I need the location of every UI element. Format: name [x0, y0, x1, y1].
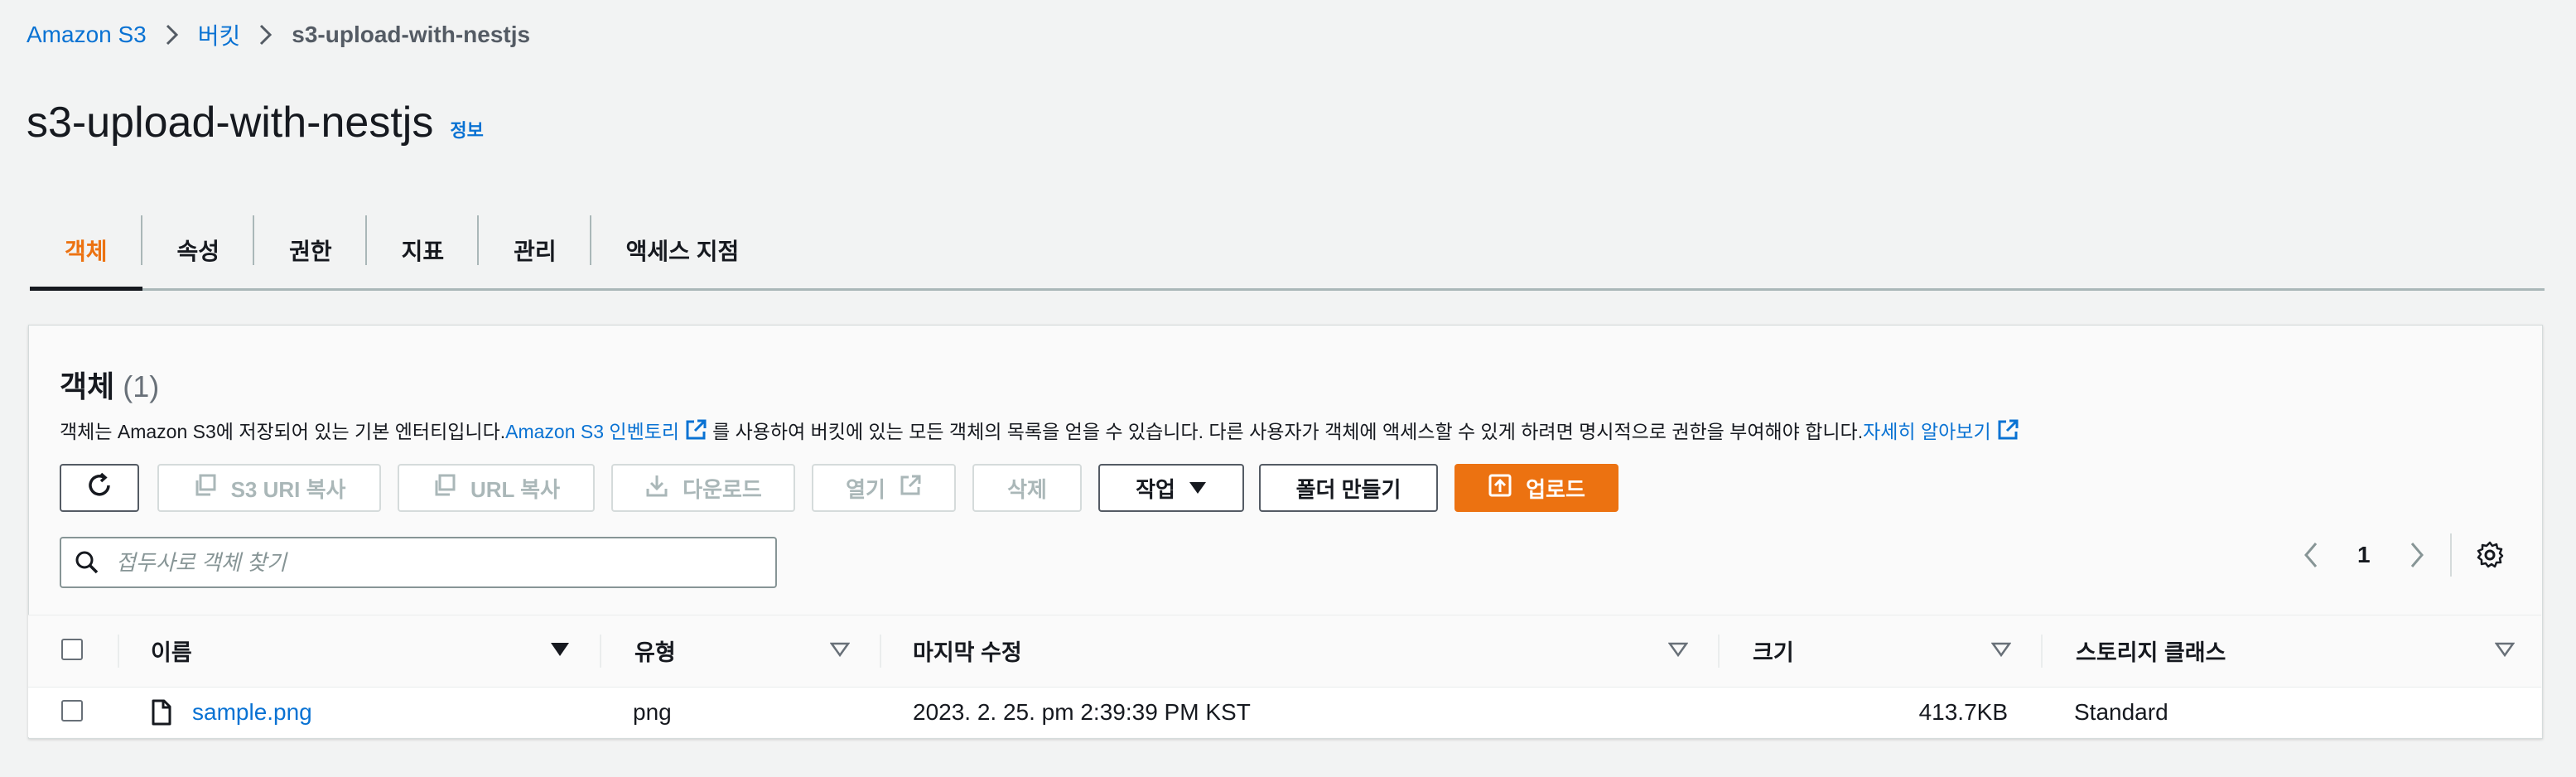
sort-icon[interactable] [1667, 641, 1689, 662]
column-header-type[interactable]: 유형 [634, 615, 676, 686]
row-checkbox[interactable] [61, 700, 83, 722]
page-title: s3-upload-with-nestjs 정보 [27, 98, 484, 147]
actions-dropdown[interactable]: 작업 [1098, 464, 1244, 512]
current-page[interactable]: 1 [2357, 542, 2371, 568]
search-input[interactable] [114, 548, 747, 577]
tab-management[interactable]: 관리 [479, 212, 591, 288]
bucket-name-heading: s3-upload-with-nestjs [27, 99, 434, 147]
pager-divider [2450, 533, 2452, 577]
column-header-last-modified[interactable]: 마지막 수정 [913, 615, 1022, 686]
cell-size: 413.7KB [1918, 699, 2008, 725]
objects-description: 객체는 Amazon S3에 저장되어 있는 기본 엔터티입니다. Amazon… [60, 416, 2024, 444]
info-link[interactable]: 정보 [450, 116, 483, 142]
external-link-icon [1996, 418, 2019, 442]
column-header-storage-class[interactable]: 스토리지 클래스 [2076, 615, 2226, 686]
learn-more-link[interactable]: 자세히 알아보기 [1863, 416, 1991, 444]
column-header-name[interactable]: 이름 [151, 615, 192, 686]
settings-icon[interactable] [2475, 540, 2505, 574]
tab-properties[interactable]: 속성 [142, 212, 255, 288]
breadcrumb-amazon-s3[interactable]: Amazon S3 [27, 22, 147, 48]
column-divider [118, 635, 119, 668]
upload-icon [1488, 473, 1512, 504]
external-link-icon [684, 418, 707, 442]
pagination: 1 [2303, 533, 2425, 577]
copy-icon [432, 473, 457, 504]
sort-icon[interactable] [2494, 641, 2516, 662]
chevron-right-icon [165, 23, 180, 46]
chevron-right-icon[interactable] [2409, 541, 2425, 569]
object-search-field[interactable] [60, 537, 777, 588]
column-divider [880, 635, 881, 668]
column-divider [600, 635, 601, 668]
file-icon [151, 688, 172, 737]
upload-button[interactable]: 업로드 [1454, 464, 1618, 512]
refresh-icon [85, 471, 113, 505]
delete-button[interactable]: 삭제 [972, 464, 1082, 512]
objects-panel-title: 객체 (1) [60, 369, 160, 403]
copy-s3-uri-button[interactable]: S3 URI 복사 [157, 464, 381, 512]
sort-icon[interactable] [829, 641, 851, 662]
caret-down-icon [1189, 475, 1207, 501]
object-name-link[interactable]: sample.png [192, 688, 312, 737]
tab-permissions[interactable]: 권한 [254, 212, 367, 288]
refresh-button[interactable] [60, 464, 139, 512]
tab-access-points[interactable]: 액세스 지점 [591, 212, 774, 288]
sort-desc-icon[interactable] [550, 641, 570, 662]
download-icon [644, 473, 669, 504]
column-divider [2041, 635, 2043, 668]
sort-icon[interactable] [1990, 641, 2012, 662]
external-link-icon [899, 474, 922, 503]
copy-icon [193, 473, 218, 504]
create-folder-button[interactable]: 폴더 만들기 [1259, 464, 1438, 512]
cell-type: png [633, 699, 672, 725]
cell-last-modified: 2023. 2. 25. pm 2:39:39 PM KST [913, 699, 1251, 725]
column-divider [1718, 635, 1720, 668]
tab-objects[interactable]: 객체 [30, 212, 142, 291]
open-button[interactable]: 열기 [812, 464, 956, 512]
download-button[interactable]: 다운로드 [611, 464, 795, 512]
select-all-checkbox[interactable] [61, 639, 83, 660]
breadcrumb: Amazon S3 버킷 s3-upload-with-nestjs [27, 18, 530, 51]
breadcrumb-buckets[interactable]: 버킷 [198, 18, 241, 51]
copy-url-button[interactable]: URL 복사 [398, 464, 595, 512]
chevron-left-icon[interactable] [2303, 541, 2319, 569]
object-count: (1) [123, 369, 160, 403]
inventory-link[interactable]: Amazon S3 인벤토리 [505, 416, 679, 444]
tab-metrics[interactable]: 지표 [367, 212, 480, 288]
breadcrumb-current: s3-upload-with-nestjs [292, 22, 531, 47]
cell-storage-class: Standard [2074, 699, 2168, 725]
search-icon [75, 550, 99, 575]
chevron-right-icon [258, 23, 273, 46]
column-header-size[interactable]: 크기 [1753, 615, 1794, 686]
tab-bar: 객체 속성 권한 지표 관리 액세스 지점 [30, 212, 2545, 291]
